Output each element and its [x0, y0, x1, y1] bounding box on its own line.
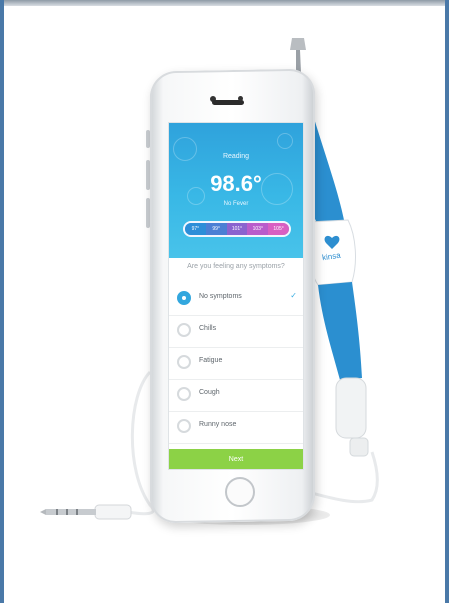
audio-jack-plug	[40, 504, 132, 520]
symptom-label: Fatigue	[199, 357, 223, 364]
checkmark-icon: ✓	[290, 291, 297, 300]
product-photo: kinsa Reading 98.6° No Fever 97° 99° 101…	[0, 0, 449, 603]
fever-status: No Fever	[223, 201, 249, 207]
symptom-label: Cough	[199, 389, 220, 396]
scale-segment: 101°	[226, 223, 248, 235]
radio-button-icon[interactable]	[177, 387, 191, 401]
symptom-option[interactable]: Chills	[169, 315, 303, 348]
symptom-option[interactable]: Fatigue	[169, 347, 303, 380]
scale-segment: 103°	[247, 223, 269, 235]
screen-title: Reading	[222, 153, 250, 160]
cable-right	[307, 451, 379, 504]
proximity-sensor-icon	[238, 96, 243, 101]
symptom-label: No symptoms	[199, 293, 242, 300]
radio-button-icon[interactable]	[177, 323, 191, 337]
symptom-option[interactable]: Runny nose	[169, 411, 303, 444]
symptom-label: Chills	[199, 325, 217, 332]
radio-button-icon[interactable]	[177, 419, 191, 433]
next-button[interactable]: Next	[169, 449, 303, 469]
temperature-readout: 98.6°	[210, 171, 262, 196]
bubble-decoration	[277, 133, 293, 149]
temperature-scale: 97° 99° 101° 103° 105°	[183, 221, 291, 237]
reading-header: Reading 98.6° No Fever 97° 99° 101° 103°…	[169, 123, 303, 258]
radio-button-icon[interactable]	[177, 355, 191, 369]
scale-segment: 97°	[185, 223, 206, 235]
symptom-option[interactable]: Cough	[169, 379, 303, 412]
radio-button-icon[interactable]	[177, 291, 191, 305]
symptom-option[interactable]: No symptoms ✓	[169, 283, 303, 316]
scale-segment: 105°	[268, 223, 289, 235]
phone-screen: Reading 98.6° No Fever 97° 99° 101° 103°…	[168, 122, 304, 470]
home-button[interactable]	[225, 477, 255, 507]
scale-segment: 99°	[205, 223, 227, 235]
symptom-question: Are you feeling any symptoms?	[187, 263, 285, 270]
symptom-label: Runny nose	[199, 421, 237, 428]
